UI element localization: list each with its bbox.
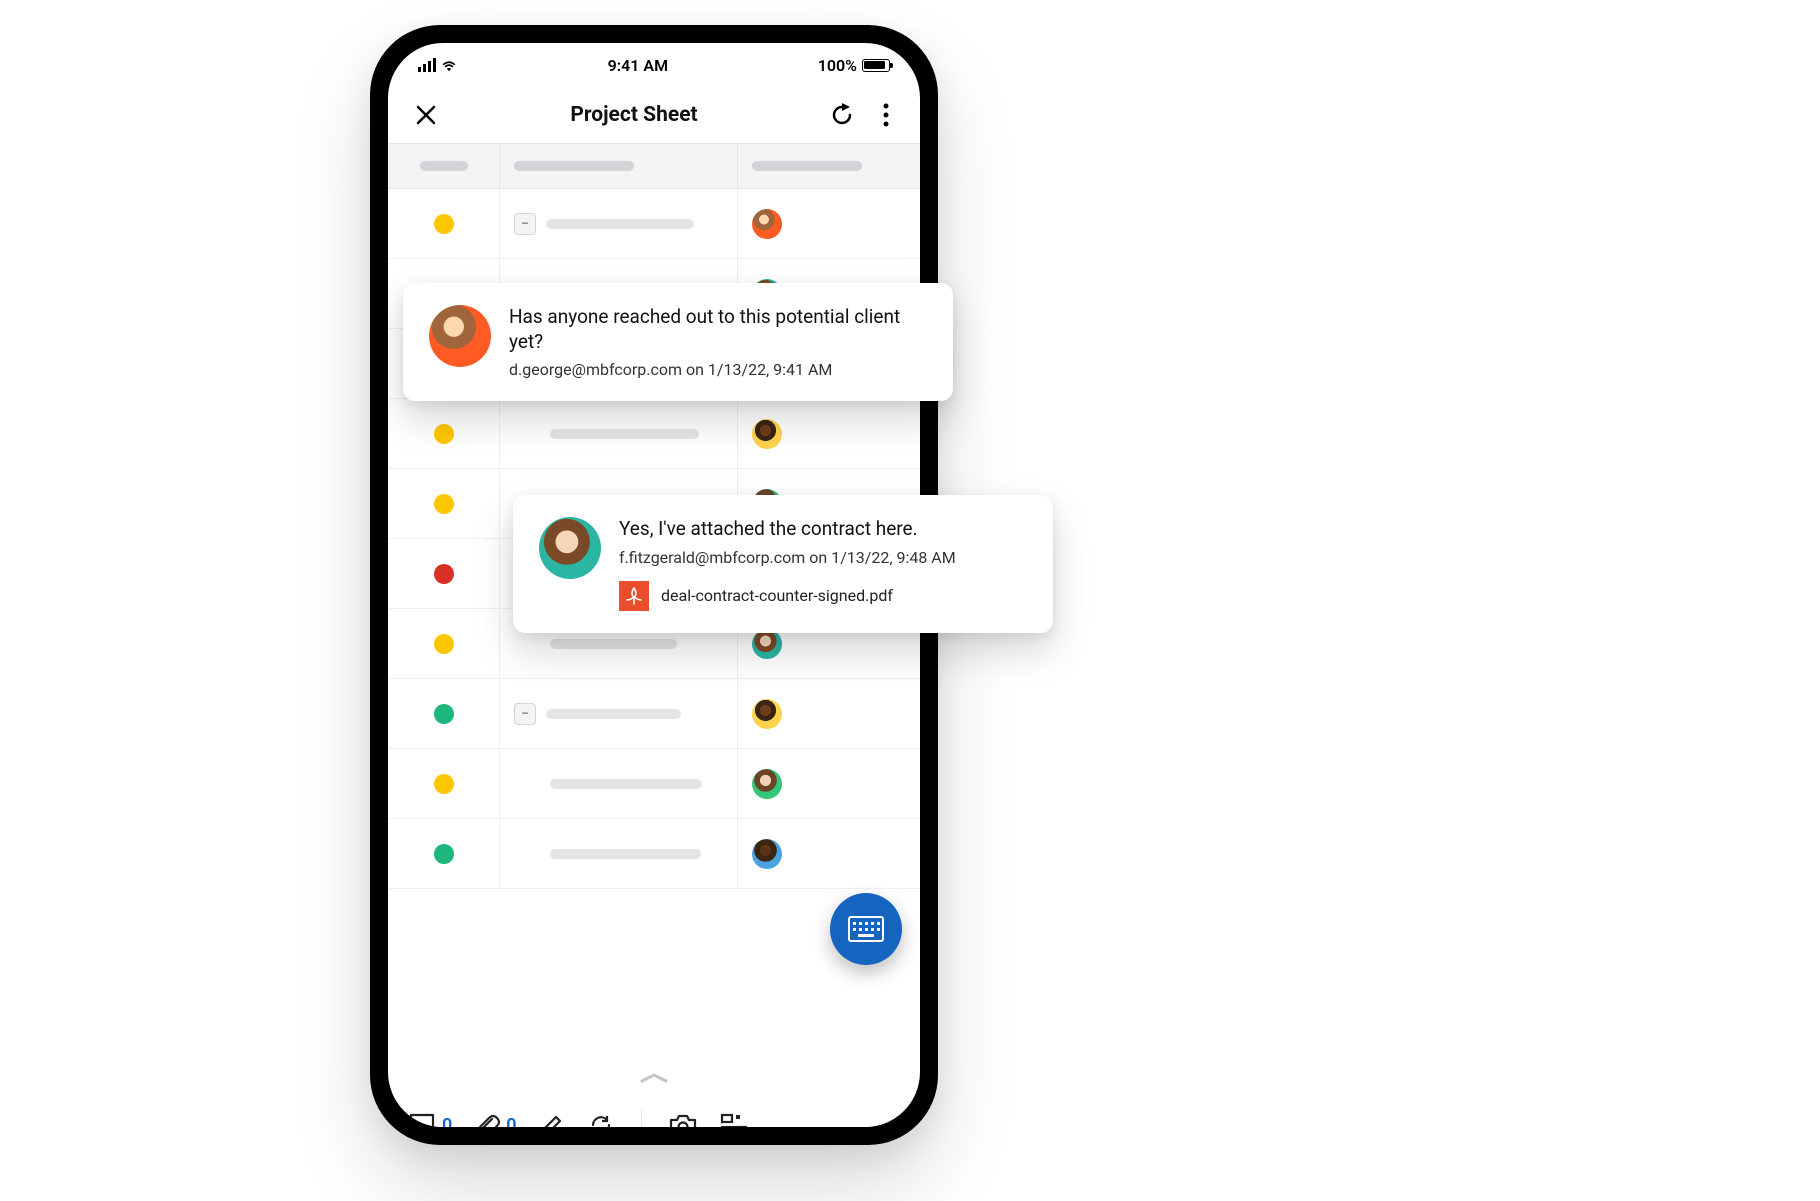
status-left [418,58,458,72]
pdf-icon [619,581,649,611]
status-cell [388,539,500,608]
avatar [752,769,782,799]
status-dot [434,704,454,724]
owner-cell [738,399,920,468]
table-row[interactable] [388,749,920,819]
comment-count: 0 [442,1115,452,1128]
comment-icon [408,1112,436,1127]
attachment-row[interactable]: deal-contract-counter-signed.pdf [619,581,956,611]
status-dot [434,844,454,864]
pencil-icon [539,1112,565,1127]
drag-handle[interactable] [388,1063,920,1093]
status-cell [388,609,500,678]
toolbar-divider [641,1110,642,1127]
close-button[interactable] [412,101,440,129]
sync-button[interactable] [587,1112,615,1127]
placeholder-text [550,639,677,649]
comment-card[interactable]: Has anyone reached out to this potential… [403,283,953,401]
placeholder-text [546,709,681,719]
battery-text: 100% [818,56,857,75]
camera-icon [668,1112,698,1127]
more-button[interactable] [872,101,900,129]
refresh-icon [829,102,855,128]
refresh-button[interactable] [828,101,856,129]
status-cell [388,819,500,888]
table-row[interactable] [388,399,920,469]
avatar [752,629,782,659]
status-right: 100% [818,56,890,75]
page-title: Project Sheet [456,103,812,127]
app-header: Project Sheet [388,87,920,143]
owner-cell [738,679,920,748]
text-cell [500,749,738,818]
more-vertical-icon [883,103,889,127]
owner-cell [738,189,920,258]
text-cell: − [500,189,738,258]
placeholder-text [546,219,694,229]
owner-cell [738,749,920,818]
text-cell [500,819,738,888]
wifi-icon [440,59,458,72]
comment-body: Has anyone reached out to this potential… [509,305,927,379]
attachment-name: deal-contract-counter-signed.pdf [661,586,893,605]
battery-icon [862,59,890,72]
status-dot [434,564,454,584]
table-row[interactable] [388,819,920,889]
status-time: 9:41 AM [608,56,668,75]
comment-card[interactable]: Yes, I've attached the contract here. f.… [513,495,1053,633]
status-dot [434,634,454,654]
avatar [429,305,491,367]
owner-cell [738,819,920,888]
status-cell [388,679,500,748]
camera-button[interactable] [668,1112,698,1127]
status-cell [388,189,500,258]
edit-button[interactable] [539,1112,565,1127]
status-cell [388,469,500,538]
status-cell [388,749,500,818]
sheet-column-header [388,143,920,189]
scan-icon [720,1113,748,1127]
avatar [539,517,601,579]
table-row[interactable]: − [388,189,920,259]
comment-meta: d.george@mbfcorp.com on 1/13/22, 9:41 AM [509,360,927,379]
collapse-toggle[interactable]: − [514,703,536,725]
signal-icon [418,58,436,72]
status-dot [434,214,454,234]
avatar [752,209,782,239]
status-dot [434,494,454,514]
status-dot [434,424,454,444]
keyboard-fab[interactable] [830,893,902,965]
placeholder-text [550,849,701,859]
status-dot [434,774,454,794]
collapse-toggle[interactable]: − [514,213,536,235]
text-cell [500,399,738,468]
comment-text: Has anyone reached out to this potential… [509,305,927,354]
chevron-up-icon [639,1072,669,1084]
barcode-button[interactable] [720,1113,748,1127]
attachment-icon [474,1111,500,1127]
status-bar: 9:41 AM 100% [388,43,920,87]
comment-meta: f.fitzgerald@mbfcorp.com on 1/13/22, 9:4… [619,548,956,567]
placeholder-text [550,779,702,789]
comment-body: Yes, I've attached the contract here. f.… [619,517,956,611]
bottom-toolbar: 0 0 [388,1093,920,1127]
close-icon [415,104,437,126]
sync-icon [587,1112,615,1127]
avatar [752,839,782,869]
placeholder-text [550,429,699,439]
attachments-button[interactable]: 0 [474,1111,516,1127]
keyboard-icon [848,916,884,942]
table-row[interactable]: − [388,679,920,749]
avatar [752,419,782,449]
status-cell [388,399,500,468]
comment-text: Yes, I've attached the contract here. [619,517,956,542]
comments-button[interactable]: 0 [408,1112,452,1127]
avatar [752,699,782,729]
text-cell: − [500,679,738,748]
attachment-count: 0 [506,1115,516,1128]
